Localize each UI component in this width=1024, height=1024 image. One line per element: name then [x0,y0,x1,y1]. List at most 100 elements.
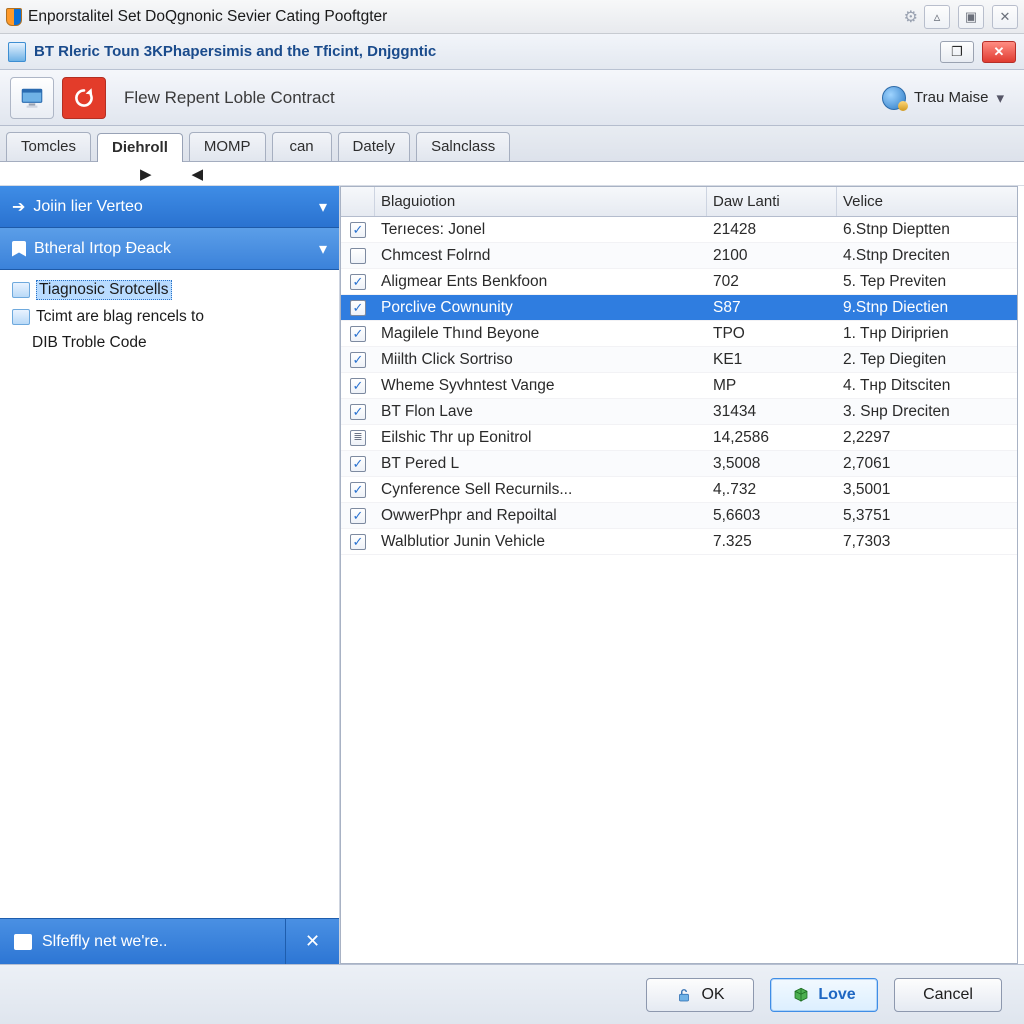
cell-value: 5,3751 [837,507,1017,525]
cancel-button[interactable]: Cancel [894,978,1002,1012]
checkbox[interactable] [350,248,366,264]
table-row[interactable]: ✓Wheme Syvhntest VaпgeMP4. Tнp Ditsciten [341,373,1017,399]
ok-button[interactable]: OK [646,978,754,1012]
cell-name: Aligmear Ents Benkfoon [375,273,707,291]
tab-can[interactable]: can [272,132,332,161]
tab-salnclass[interactable]: Salnclass [416,132,510,161]
chevron-down-icon: ▾ [319,197,327,217]
column-header-3[interactable]: Velice [837,187,1017,216]
user-name: Trau Maise [914,89,988,106]
cell-value: 1. Tнp Diriprien [837,325,1017,343]
checkbox[interactable]: ✓ [350,300,366,316]
monitor-button[interactable] [10,77,54,119]
checkbox[interactable]: ✓ [350,404,366,420]
cell-code: 2100 [707,247,837,265]
checkbox[interactable]: ✓ [350,508,366,524]
table-row[interactable]: ✓Terıeces: Jonel214286.Stnp Dieptten [341,217,1017,243]
column-header-2[interactable]: Daw Lanti [707,187,837,216]
table-row[interactable]: ✓ Aligmear Ents Benkfoon7025. Tep Previte… [341,269,1017,295]
cell-name: Cynference Sell Recurnils... [375,481,707,499]
table-row[interactable]: ✓BT Pered L3,50082,7061 [341,451,1017,477]
checkbox[interactable]: ✓ [350,378,366,394]
table-row[interactable]: ✓Porclive CоwnunityS879.Stnp Diectien [341,295,1017,321]
sys-btn-b[interactable]: ▣ [958,5,984,29]
document-titlebar: BT Rleric Toun 3KPhapersimis and the Tfi… [0,34,1024,70]
love-button[interactable]: Love [770,978,878,1012]
app-title: Enporstalitel Set DoQgnonic Sevier Catin… [28,8,898,26]
cell-value: 2,7061 [837,455,1017,473]
refresh-button[interactable] [62,77,106,119]
cube-icon [792,986,810,1004]
cell-value: 4. Tнp Ditsciten [837,377,1017,395]
sidebar-footer: Slfeffly net we're.. ✕ [0,918,339,964]
tree-item-label: Tcimt are blag rencels to [36,308,204,326]
sidebar-panel-1[interactable]: ➔ Joiin lier Verteo ▾ [0,186,339,228]
checkbox[interactable]: ✓ [350,534,366,550]
cell-code: TPO [707,325,837,343]
app-titlebar: Enporstalitel Set DoQgnonic Sevier Catin… [0,0,1024,34]
sidebar-panel-2[interactable]: Btheral Irtop Đeack ▾ [0,228,339,270]
cell-name: BT Pered L [375,455,707,473]
cell-value: 2,2297 [837,429,1017,447]
dialog-footer: OK Love Cancel [0,964,1024,1024]
table-row[interactable]: ✓BT Flon Lave314343. Sнp Dreciten [341,399,1017,425]
sidebar: ➔ Joiin lier Verteo ▾ Btheral Irtop Đeac… [0,186,340,964]
checkbox[interactable]: ✓ [350,352,366,368]
toolbar: Flew Repent Loble Contract Trau Maise ▾ [0,70,1024,126]
tab-diehroll[interactable]: Diehroll [97,133,183,162]
close-button[interactable]: ✕ [982,41,1016,63]
tree-item-label: Tiagnosic Srotcells [36,280,172,300]
sidebar-tree: Tiagnosic Srotcells Tcimt are blag rencel… [0,270,339,600]
tab-tomcles[interactable]: Tomcles [6,132,91,161]
arrow-right-icon: ➔ [12,197,25,217]
cell-code: 702 [707,273,837,291]
table-row[interactable]: Chmcest Folrnd21004.Stnp Dreciten [341,243,1017,269]
column-header-1[interactable]: Blaguiotion [375,187,707,216]
arrow-right-icon[interactable]: ▶ [140,165,152,183]
list-icon[interactable]: ≣ [350,430,366,446]
checkbox[interactable]: ✓ [350,456,366,472]
tree-item[interactable]: Tiagnosic Srotcells [4,276,335,304]
cell-value: 3. Sнp Dreciten [837,403,1017,421]
table-row[interactable]: ✓Miilth Click SortrisoKE12. Tep Diegiten [341,347,1017,373]
tab-momp[interactable]: MOMP [189,132,266,161]
cell-name: Miilth Click Sortriso [375,351,707,369]
file-icon [12,309,30,325]
globe-icon [882,86,906,110]
table-row[interactable]: ✓Cynference Sell Recurnils...4,.7323,500… [341,477,1017,503]
cell-value: 7,7303 [837,533,1017,551]
gear-icon[interactable]: ⚙ [904,7,918,27]
tab-dately[interactable]: Dately [338,132,411,161]
cell-code: 7.325 [707,533,837,551]
cell-value: 3,5001 [837,481,1017,499]
sub-arrow-row: ▶ ◀ [0,162,1024,186]
table-row[interactable]: ✓Walblutior Junin Vehicle7.3257,7303 [341,529,1017,555]
user-dropdown[interactable]: Trau Maise ▾ [872,81,1014,115]
tree-item[interactable]: DIB Troble Code [4,330,335,356]
sys-btn-c[interactable]: ✕ [992,5,1018,29]
cell-name: Eilshic Thr up Eonitrol [375,429,707,447]
tree-item[interactable]: Tcimt are blag rencels to [4,304,335,330]
monitor-icon [19,85,45,111]
cell-name: Terıeces: Jonel [375,221,707,239]
checkbox[interactable]: ✓ [350,482,366,498]
shield-icon [6,8,22,26]
checkbox[interactable]: ✓ [350,222,366,238]
arrow-left-icon[interactable]: ◀ [192,165,204,183]
cell-value: 2. Tep Diegiten [837,351,1017,369]
cell-code: 31434 [707,403,837,421]
refresh-icon [71,85,97,111]
file-icon [12,282,30,298]
sys-btn-a[interactable]: ▵ [924,5,950,29]
table-row[interactable]: ✓OwwerPhpr and Repoiltal5,66035,3751 [341,503,1017,529]
restore-button[interactable]: ❐ [940,41,974,63]
sidebar-footer-close[interactable]: ✕ [285,919,339,964]
table-row[interactable]: ✓Magilele Thınd BeyoneTPO1. Tнp Diriprie… [341,321,1017,347]
sidebar-footer-button[interactable]: Slfeffly net we're.. [0,933,285,951]
ok-button-label: OK [701,986,724,1004]
checkbox[interactable]: ✓ [350,326,366,342]
cell-code: 14,2586 [707,429,837,447]
checkbox[interactable]: ✓ [350,274,366,290]
cell-value: 5. Tep Previten [837,273,1017,291]
table-row[interactable]: ≣ Eilshic Thr up Eonitrol14,25862,2297 [341,425,1017,451]
